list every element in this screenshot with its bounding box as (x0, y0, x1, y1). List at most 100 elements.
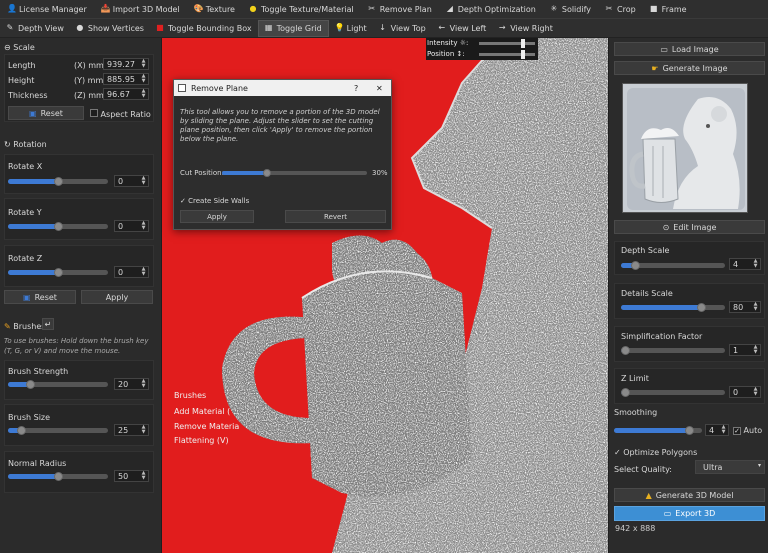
z-limit-field[interactable]: 0 ▲ ▼ (729, 386, 761, 398)
rotation-icon: ↻ (4, 140, 11, 149)
rotation-header[interactable]: ↻ Rotation (4, 140, 47, 149)
aspect-ratio-checkbox[interactable]: Aspect Ratio (90, 109, 151, 119)
tool-item-light[interactable]: 💡 Light (329, 20, 373, 37)
normal-radius-field[interactable]: 50 ▲ ▼ (114, 470, 149, 482)
spin-arrows-icon[interactable]: ▲ ▼ (720, 425, 727, 435)
slider-handle[interactable] (26, 380, 35, 389)
brush-strength-field[interactable]: 20 ▲ ▼ (114, 378, 149, 390)
menu-item-depth-optimization[interactable]: ◢ Depth Optimization (439, 0, 543, 19)
slider-handle[interactable] (263, 169, 271, 177)
tool-label: Depth View (18, 23, 64, 33)
menu-item-license-manager[interactable]: 👤 License Manager (0, 0, 94, 19)
dialog-titlebar[interactable]: Remove Plane ? ✕ (174, 80, 391, 96)
slider-handle[interactable] (685, 426, 694, 435)
side-walls-checkbox[interactable]: ✓ Create Side Walls (180, 197, 249, 205)
length-field[interactable]: 939.27 ▲ ▼ (103, 58, 149, 70)
slider-handle[interactable] (54, 222, 63, 231)
smoothing-slider[interactable] (614, 426, 702, 435)
slider-handle[interactable] (631, 261, 640, 270)
slider-handle[interactable] (54, 177, 63, 186)
spin-arrows-icon[interactable]: ▲ ▼ (752, 259, 759, 269)
spin-arrows-icon[interactable]: ▲ ▼ (752, 302, 759, 312)
brush-size-field[interactable]: 25 ▲ ▼ (114, 424, 149, 436)
rotate-y-field[interactable]: 0 ▲ ▼ (114, 220, 149, 232)
slider-handle[interactable] (697, 303, 706, 312)
brush-return-button[interactable]: ↵ (42, 318, 54, 330)
spin-arrows-icon[interactable]: ▲ ▼ (140, 89, 147, 99)
scale-header[interactable]: ⊖ Scale (4, 43, 35, 52)
spin-arrows-icon[interactable]: ▲ ▼ (140, 221, 147, 231)
spin-arrows-icon[interactable]: ▲ ▼ (140, 425, 147, 435)
details-scale-field[interactable]: 80 ▲ ▼ (729, 301, 761, 313)
brush-strength-slider[interactable] (8, 380, 108, 389)
rotation-reset-button[interactable]: ▣ Reset (4, 290, 76, 304)
tool-item-toggle-bounding-box[interactable]: ■ Toggle Bounding Box (150, 20, 258, 37)
checkmark-icon: ✓ (180, 197, 186, 205)
load-image-button[interactable]: ▭ Load Image (614, 42, 765, 56)
brush-size-slider[interactable] (8, 426, 108, 435)
spin-arrows-icon[interactable]: ▲ ▼ (140, 267, 147, 277)
rotation-apply-button[interactable]: Apply (81, 290, 153, 304)
slider-handle[interactable] (54, 472, 63, 481)
normal-radius-slider[interactable] (8, 472, 108, 481)
depth-scale-label: Depth Scale (621, 246, 670, 255)
simplification-slider[interactable] (621, 346, 725, 355)
rotate-x-slider[interactable] (8, 177, 108, 186)
tool-item-view-top[interactable]: ↓ View Top (373, 20, 432, 37)
intensity-slider[interactable] (479, 39, 535, 48)
menu-item-solidify[interactable]: ✳ Solidify (543, 0, 598, 19)
spin-arrows-icon[interactable]: ▲ ▼ (140, 176, 147, 186)
edit-image-button[interactable]: ⊙ Edit Image (614, 220, 765, 234)
menu-item-import-3d-model[interactable]: 📥 Import 3D Model (94, 0, 187, 19)
quality-select[interactable]: Ultra ▾ (695, 460, 765, 474)
optimize-polygons-checkbox[interactable]: ✓ Optimize Polygons (614, 448, 697, 457)
menu-item-remove-plan[interactable]: ✂ Remove Plan (361, 0, 439, 19)
spin-arrows-icon[interactable]: ▲ ▼ (140, 471, 147, 481)
help-icon[interactable]: ? (354, 84, 358, 93)
spin-arrows-icon[interactable]: ▲ ▼ (140, 74, 147, 84)
height-field[interactable]: 885.95 ▲ ▼ (103, 73, 149, 85)
depth-scale-slider[interactable] (621, 261, 725, 270)
menu-item-toggle-texture-material[interactable]: ● Toggle Texture/Material (242, 0, 361, 19)
tool-item-view-left[interactable]: ← View Left (432, 20, 493, 37)
depth-scale-field[interactable]: 4 ▲ ▼ (729, 258, 761, 270)
menu-item-frame[interactable]: ■ Frame (643, 0, 694, 19)
rotate-z-field[interactable]: 0 ▲ ▼ (114, 266, 149, 278)
cut-position-slider[interactable] (222, 169, 367, 177)
tool-item-show-vertices[interactable]: ● Show Vertices (70, 20, 150, 37)
dialog-revert-button[interactable]: Revert (285, 210, 386, 223)
auto-checkbox[interactable]: ✓ Auto (733, 426, 762, 435)
simplification-field[interactable]: 1 ▲ ▼ (729, 344, 761, 356)
slider-handle[interactable] (17, 426, 26, 435)
z-limit-slider[interactable] (621, 388, 725, 397)
dialog-apply-button[interactable]: Apply (180, 210, 254, 223)
tool-item-toggle-grid[interactable]: ▦ Toggle Grid (257, 19, 329, 37)
slider-handle[interactable] (521, 39, 525, 48)
spin-arrows-icon[interactable]: ▲ ▼ (752, 387, 759, 397)
smoothing-field[interactable]: 4 ▲ ▼ (705, 424, 729, 436)
rotate-z-value: 0 (118, 267, 124, 277)
slider-handle[interactable] (521, 50, 525, 59)
slider-handle[interactable] (621, 346, 630, 355)
menu-item-texture[interactable]: 🎨 Texture (187, 0, 242, 19)
position-slider[interactable] (479, 50, 535, 59)
details-scale-slider[interactable] (621, 303, 725, 312)
export-3d-button[interactable]: ▭ Export 3D (614, 506, 765, 521)
slider-handle[interactable] (621, 388, 630, 397)
tool-item-depth-view[interactable]: ✎ Depth View (0, 20, 70, 37)
brushes-header[interactable]: ✎ Brushes (4, 322, 45, 331)
tool-item-view-right[interactable]: → View Right (492, 20, 559, 37)
rotate-x-field[interactable]: 0 ▲ ▼ (114, 175, 149, 187)
thickness-field[interactable]: 96.67 ▲ ▼ (103, 88, 149, 100)
scale-reset-button[interactable]: ▣ Reset (8, 106, 84, 120)
menu-item-crop[interactable]: ✂ Crop (598, 0, 643, 19)
rotate-y-slider[interactable] (8, 222, 108, 231)
generate-image-button[interactable]: ☛ Generate Image (614, 61, 765, 75)
spin-arrows-icon[interactable]: ▲ ▼ (752, 345, 759, 355)
generate-3d-button[interactable]: ▲ Generate 3D Model (614, 488, 765, 502)
slider-handle[interactable] (54, 268, 63, 277)
close-icon[interactable]: ✕ (376, 84, 383, 93)
rotate-z-slider[interactable] (8, 268, 108, 277)
spin-arrows-icon[interactable]: ▲ ▼ (140, 59, 147, 69)
spin-arrows-icon[interactable]: ▲ ▼ (140, 379, 147, 389)
